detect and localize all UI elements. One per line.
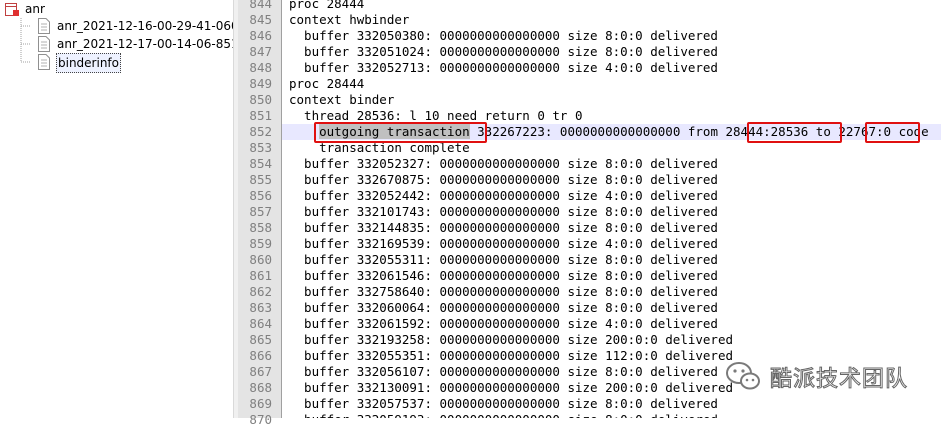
line-number: 870 xyxy=(249,412,272,427)
line-number: 846 xyxy=(249,28,272,43)
code-line: proc 28444 xyxy=(289,0,365,11)
line-number: 866 xyxy=(249,348,272,363)
line-number: 868 xyxy=(249,380,272,395)
code-line: buffer 332052713: 0000000000000000 size … xyxy=(289,60,718,75)
code-line: buffer 332758640: 0000000000000000 size … xyxy=(289,284,718,299)
code-line-rest: 332267223: 0000000000000000 from 28444:2… xyxy=(469,124,929,139)
code-line: context hwbinder xyxy=(289,12,410,27)
line-number: 854 xyxy=(249,156,272,171)
line-number: 861 xyxy=(249,268,272,283)
line-number: 852 xyxy=(249,124,272,139)
line-number: 857 xyxy=(249,204,272,219)
annotation-box-outgoing xyxy=(314,122,487,143)
code-line: buffer 332050380: 0000000000000000 size … xyxy=(289,28,718,43)
line-number-gutter: 844 845 846 847 848 849 850 851 852 853 854 855 856 8… xyxy=(238,0,282,427)
code-line: buffer 332052442: 0000000000000000 size … xyxy=(289,188,718,203)
annotation-box-to xyxy=(865,122,920,143)
tree-file-label: anr_2021-12-17-00-14-06-851 xyxy=(57,37,239,51)
folder-icon xyxy=(5,3,19,16)
code-line: proc 28444 xyxy=(289,76,365,91)
code-line: buffer 332059193: 0000000000000000 size … xyxy=(289,412,718,418)
tree-file-label: anr_2021-12-16-00-29-41-060 xyxy=(57,19,239,33)
file-icon xyxy=(38,54,50,70)
code-line: buffer 332055351: 0000000000000000 size … xyxy=(289,348,734,363)
line-number: 859 xyxy=(249,236,272,251)
code-line: buffer 332061592: 0000000000000000 size … xyxy=(289,316,718,331)
line-number: 860 xyxy=(249,252,272,267)
line-number: 848 xyxy=(249,60,272,75)
line-number: 847 xyxy=(249,44,272,59)
watermark: 酷派技术团队 xyxy=(723,356,933,396)
code-line: buffer 332101743: 0000000000000000 size … xyxy=(289,204,718,219)
code-line: buffer 332670875: 0000000000000000 size … xyxy=(289,172,718,187)
line-number: 844 xyxy=(249,0,272,11)
line-number: 845 xyxy=(249,12,272,27)
tree-folder-label: anr xyxy=(25,2,45,16)
line-number: 858 xyxy=(249,220,272,235)
code-line: context binder xyxy=(289,92,395,107)
code-line: buffer 332051024: 0000000000000000 size … xyxy=(289,44,718,59)
line-number: 862 xyxy=(249,284,272,299)
code-line: buffer 332130091: 0000000000000000 size … xyxy=(289,380,734,395)
line-number: 856 xyxy=(249,188,272,203)
code-line: buffer 332144835: 0000000000000000 size … xyxy=(289,220,718,235)
tree-file-label: binderinfo xyxy=(56,53,121,73)
file-tree: anr anr_2021-12-16-00-29-41-060 anr_2021… xyxy=(0,0,239,418)
file-icon xyxy=(38,18,50,34)
line-number: 850 xyxy=(249,92,272,107)
file-icon xyxy=(38,36,50,52)
line-number: 855 xyxy=(249,172,272,187)
line-number: 853 xyxy=(249,140,272,155)
line-number: 849 xyxy=(249,76,272,91)
annotation-box-from xyxy=(747,122,842,143)
line-number: 865 xyxy=(249,332,272,347)
line-number: 867 xyxy=(249,364,272,379)
watermark-text: 酷派技术团队 xyxy=(769,367,909,393)
code-line: buffer 332193258: 0000000000000000 size … xyxy=(289,332,734,347)
line-number: 869 xyxy=(249,396,272,411)
line-number: 864 xyxy=(249,316,272,331)
code-line: buffer 332169539: 0000000000000000 size … xyxy=(289,236,718,251)
code-line: buffer 332052327: 0000000000000000 size … xyxy=(289,156,718,171)
code-line: buffer 332061546: 0000000000000000 size … xyxy=(289,268,718,283)
line-number: 863 xyxy=(249,300,272,315)
wechat-logo-icon xyxy=(726,362,760,390)
code-line: buffer 332055311: 0000000000000000 size … xyxy=(289,252,718,267)
code-line: buffer 332057537: 0000000000000000 size … xyxy=(289,396,718,411)
code-line: buffer 332056107: 0000000000000000 size … xyxy=(289,364,718,379)
code-line: buffer 332060064: 0000000000000000 size … xyxy=(289,300,718,315)
line-number: 851 xyxy=(249,108,272,123)
